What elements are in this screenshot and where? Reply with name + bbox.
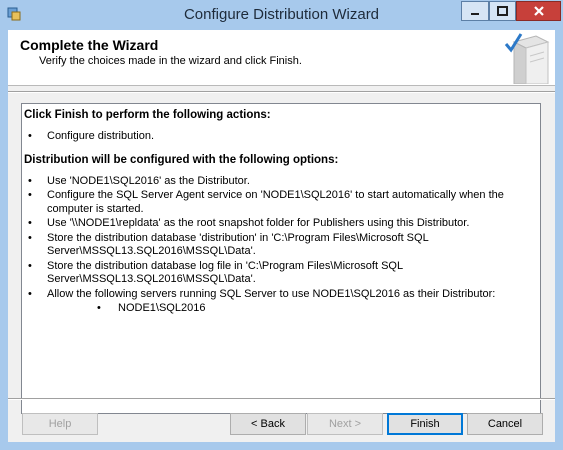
minimize-button[interactable] bbox=[461, 1, 489, 21]
wizard-header: Complete the Wizard Verify the choices m… bbox=[8, 30, 555, 86]
list-item: • Use '\\NODE1\repldata' as the root snap… bbox=[28, 217, 470, 229]
finish-button[interactable]: Finish bbox=[387, 413, 463, 435]
page-subtitle: Verify the choices made in the wizard an… bbox=[39, 55, 302, 67]
servers-list: • NODE1\SQL2016 bbox=[47, 302, 538, 315]
list-item: • NODE1\SQL2016 bbox=[97, 302, 206, 314]
options-heading: Distribution will be configured with the… bbox=[24, 153, 339, 166]
title-bar[interactable]: Configure Distribution Wizard bbox=[0, 0, 563, 30]
summary-panel[interactable]: Click Finish to perform the following ac… bbox=[21, 103, 541, 414]
options-list: • Use 'NODE1\SQL2016' as the Distributor.… bbox=[24, 175, 538, 316]
actions-heading: Click Finish to perform the following ac… bbox=[24, 109, 271, 121]
wizard-window: Configure Distribution Wizard Complete t… bbox=[0, 0, 563, 450]
list-item: • Configure the SQL Server Agent service … bbox=[28, 189, 504, 215]
next-button[interactable]: Next > bbox=[307, 413, 383, 435]
help-button[interactable]: Help bbox=[22, 413, 98, 435]
list-item: • Allow the following servers running SQL… bbox=[24, 288, 538, 316]
list-item: • Use 'NODE1\SQL2016' as the Distributor. bbox=[28, 174, 250, 187]
maximize-icon bbox=[497, 6, 508, 16]
close-button[interactable] bbox=[516, 1, 561, 21]
footer-divider bbox=[8, 398, 555, 400]
list-item: • Store the distribution database 'distri… bbox=[28, 231, 429, 258]
wizard-body: Complete the Wizard Verify the choices m… bbox=[8, 30, 555, 442]
close-icon bbox=[533, 6, 544, 16]
maximize-button[interactable] bbox=[489, 1, 516, 21]
minimize-icon bbox=[471, 13, 479, 15]
page-title: Complete the Wizard bbox=[20, 37, 159, 53]
cancel-button[interactable]: Cancel bbox=[467, 413, 543, 435]
list-item: • Store the distribution database log fil… bbox=[28, 259, 403, 286]
actions-list: • Configure distribution. bbox=[24, 130, 538, 144]
list-item: • Configure distribution. bbox=[28, 130, 155, 142]
server-checkmark-icon bbox=[504, 33, 550, 84]
back-button[interactable]: < Back bbox=[230, 413, 306, 435]
header-divider bbox=[8, 91, 555, 93]
